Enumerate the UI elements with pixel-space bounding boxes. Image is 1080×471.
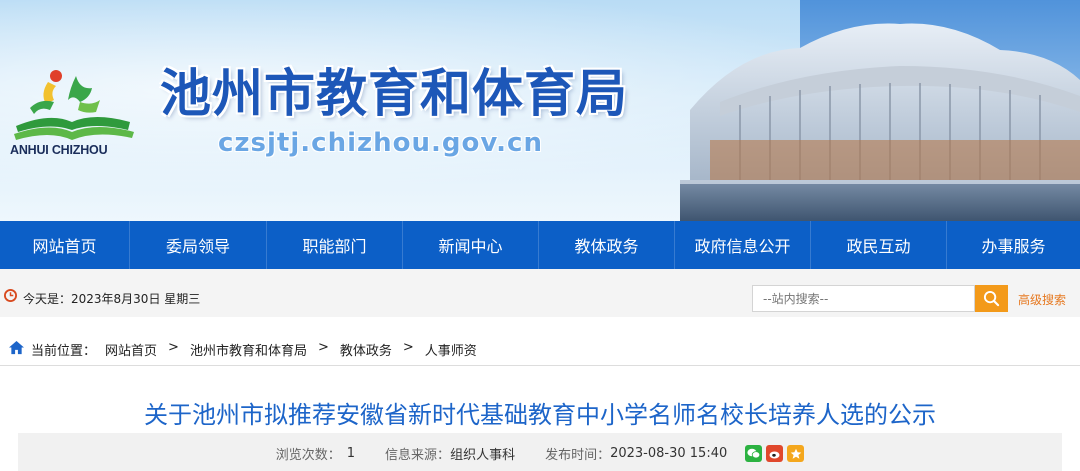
nav-item-affairs[interactable]: 教体政务 <box>539 221 675 269</box>
nav-item-services[interactable]: 办事服务 <box>947 221 1080 269</box>
publish-date: 2023-08-30 15:40 <box>610 446 728 461</box>
site-search-input[interactable] <box>752 285 975 312</box>
breadcrumb-affairs[interactable]: 教体政务 <box>340 340 392 359</box>
date-label: 发布时间： <box>545 448 611 463</box>
breadcrumb-bureau[interactable]: 池州市教育和体育局 <box>190 340 307 359</box>
nav-item-leaders[interactable]: 委局领导 <box>130 221 267 269</box>
weibo-icon[interactable] <box>766 445 784 462</box>
stadium-banner-image <box>680 0 1080 221</box>
nav-item-news[interactable]: 新闻中心 <box>403 221 539 269</box>
nav-item-home[interactable]: 网站首页 <box>0 221 130 269</box>
qzone-icon[interactable] <box>787 445 805 462</box>
article-meta: 浏览次数： 1 信息来源： 组织人事科 发布时间： 2023-08-30 15:… <box>18 433 1062 471</box>
views-label: 浏览次数： <box>275 448 341 463</box>
share-icons <box>745 445 805 462</box>
main-nav: 网站首页 委局领导 职能部门 新闻中心 教体政务 政府信息公开 政民互动 办事服… <box>0 221 1080 269</box>
clock-icon <box>4 289 17 302</box>
today-date: 今天是：2023年8月30日 星期三 <box>23 292 201 306</box>
views-count: 1 <box>346 446 356 461</box>
breadcrumb-home[interactable]: 网站首页 <box>105 340 157 359</box>
nav-item-info-disclosure[interactable]: 政府信息公开 <box>675 221 811 269</box>
search-button[interactable] <box>975 285 1008 312</box>
source-value: 组织人事科 <box>450 448 516 463</box>
search-icon <box>983 290 1000 307</box>
nav-item-departments[interactable]: 职能部门 <box>267 221 403 269</box>
wechat-icon[interactable] <box>745 445 763 462</box>
site-domain: czsjtj.chizhou.gov.cn <box>218 128 543 158</box>
home-icon <box>9 340 24 355</box>
breadcrumb-separator: > <box>317 340 329 355</box>
breadcrumb-separator: > <box>168 340 179 355</box>
info-bar: 今天是：2023年8月30日 星期三 高级搜索 <box>0 269 1080 317</box>
logo-text: ANHUI CHIZHOU <box>10 143 108 157</box>
advanced-search-link[interactable]: 高级搜索 <box>1018 291 1066 308</box>
breadcrumb-separator: > <box>402 340 414 355</box>
source-label: 信息来源： <box>385 448 451 463</box>
article-title: 关于池州市拟推荐安徽省新时代基础教育中小学名师名校长培养人选的公示 <box>144 401 936 429</box>
breadcrumb-prefix: 当前位置： <box>31 344 97 359</box>
site-title[interactable]: 池州市教育和体育局 <box>160 52 628 126</box>
nav-item-interaction[interactable]: 政民互动 <box>811 221 947 269</box>
breadcrumb: 当前位置： 网站首页 > 池州市教育和体育局 > 教体政务 > 人事师资 <box>0 328 1080 366</box>
breadcrumb-personnel[interactable]: 人事师资 <box>425 340 477 359</box>
site-header: ANHUI CHIZHOU 池州市教育和体育局 czsjtj.chizhou.g… <box>0 0 1080 221</box>
